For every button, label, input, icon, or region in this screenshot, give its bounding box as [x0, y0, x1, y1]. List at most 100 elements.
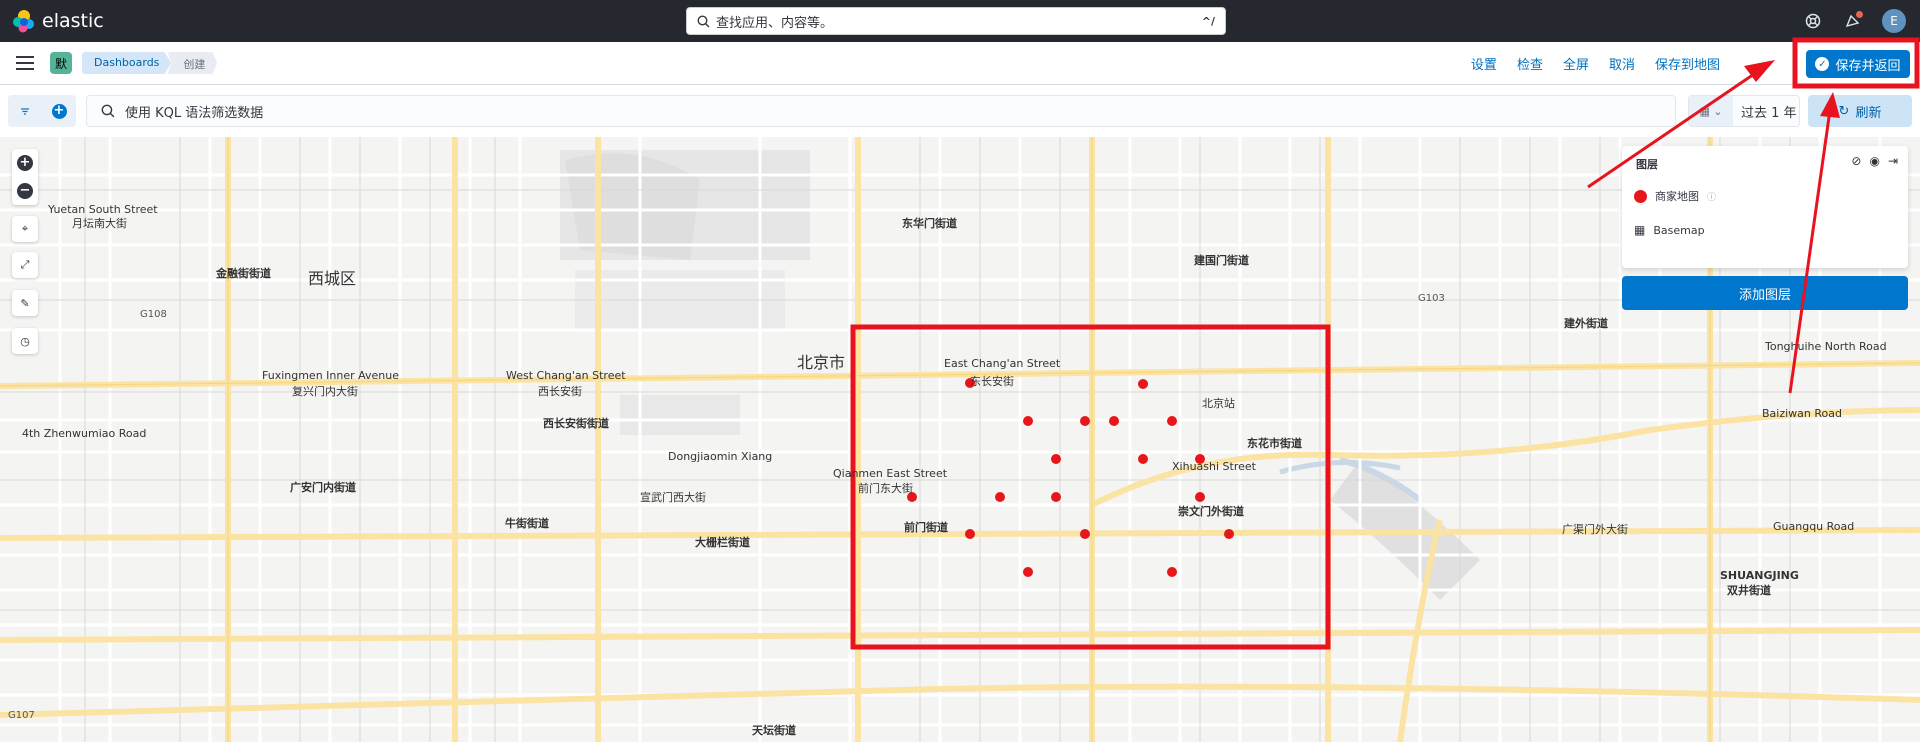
map-label: 崇文门外街道 — [1178, 505, 1244, 518]
menu-toggle-button[interactable] — [16, 56, 34, 70]
merchant-marker[interactable] — [1023, 416, 1033, 426]
map-label: 建国门街道 — [1194, 254, 1249, 267]
layers-title: 图层 — [1636, 158, 1658, 171]
map-label: 广渠门外大街 — [1562, 523, 1628, 536]
layer-color-swatch — [1634, 189, 1647, 203]
map-label: Tonghuihe North Road — [1765, 340, 1887, 353]
map-label: 西长安街街道 — [543, 417, 609, 430]
eye-icon[interactable]: ◉ — [1869, 154, 1879, 168]
map-label: Fuxingmen Inner Avenue — [262, 369, 400, 382]
set-view-button[interactable]: ⌖ — [12, 216, 38, 242]
map-label: 东长安街 — [970, 375, 1014, 388]
merchant-marker[interactable] — [1224, 529, 1234, 539]
search-icon — [697, 14, 710, 27]
merchant-marker[interactable] — [1138, 379, 1148, 389]
map-label: 大栅栏街道 — [695, 536, 750, 549]
fullscreen-link[interactable]: 全屏 — [1553, 54, 1599, 73]
filter-controls: + — [8, 95, 76, 127]
global-search-input[interactable]: 查找应用、内容等。 ^/ — [686, 7, 1226, 35]
map-label: 东华门街道 — [902, 217, 957, 230]
app-header: 默 Dashboards 创建 设置 检查 全屏 取消 保存到地图 — [0, 42, 1920, 85]
zoom-controls: + − — [12, 149, 38, 205]
map-label: 北京市 — [797, 353, 846, 372]
map-label: Guangqu Road — [1773, 520, 1855, 533]
save-and-return-button[interactable]: ✓ 保存并返回 — [1806, 50, 1910, 78]
breadcrumb-create: 创建 — [167, 52, 218, 74]
info-icon: ⓘ — [1707, 192, 1717, 203]
save-and-return-label: 保存并返回 — [1835, 58, 1901, 74]
elastic-logo[interactable]: elastic — [12, 9, 104, 33]
merchant-marker[interactable] — [1051, 454, 1061, 464]
search-placeholder: 查找应用、内容等。 — [716, 15, 834, 31]
add-filter-button[interactable]: + — [42, 95, 76, 127]
add-layer-button[interactable]: 添加图层 — [1622, 276, 1908, 310]
refresh-icon: ↻ — [1838, 103, 1850, 119]
map-label: 4th Zhenwumiao Road — [22, 427, 147, 440]
expand-icon: ⤢ — [20, 258, 30, 271]
keyboard-shortcut: ^/ — [1201, 14, 1215, 28]
map-label: G107 — [8, 710, 35, 721]
help-icon[interactable] — [1802, 10, 1824, 32]
zoom-out-button[interactable]: − — [17, 183, 33, 199]
brand-name: elastic — [42, 10, 104, 32]
refresh-button[interactable]: ↻ 刷新 — [1808, 95, 1912, 127]
layer-item-merchants[interactable]: 商家地图 ⓘ — [1634, 188, 1716, 204]
map-label: 北京站 — [1202, 397, 1235, 410]
calendar-icon[interactable]: ▦ ⌄ — [1689, 96, 1733, 126]
cancel-link[interactable]: 取消 — [1599, 54, 1645, 73]
settings-link[interactable]: 设置 — [1461, 54, 1507, 73]
merchant-marker[interactable] — [1138, 454, 1148, 464]
merchant-marker[interactable] — [1167, 416, 1177, 426]
merchant-marker[interactable] — [1080, 529, 1090, 539]
map-label: SHUANGJING — [1720, 569, 1799, 582]
date-picker[interactable]: ▦ ⌄ 过去 1 年 — [1688, 95, 1800, 127]
merchant-marker[interactable] — [1051, 492, 1061, 502]
merchant-marker[interactable] — [1195, 492, 1205, 502]
fit-bounds-button[interactable]: ⤢ — [12, 252, 38, 278]
inspect-link[interactable]: 检查 — [1507, 54, 1553, 73]
notification-badge — [1856, 11, 1863, 18]
collapse-icon[interactable]: ⇥ — [1888, 154, 1898, 168]
wrench-icon: ✎ — [20, 296, 30, 310]
map-label: Xihuashi Street — [1172, 460, 1256, 473]
search-icon — [101, 104, 115, 118]
space-avatar[interactable]: 默 — [50, 52, 72, 74]
merchant-marker[interactable] — [995, 492, 1005, 502]
newsfeed-icon[interactable] — [1842, 10, 1864, 32]
merchant-marker[interactable] — [1167, 567, 1177, 577]
merchant-marker[interactable] — [1023, 567, 1033, 577]
top-header: elastic 查找应用、内容等。 ^/ E — [0, 0, 1920, 42]
merchant-marker[interactable] — [1080, 416, 1090, 426]
merchant-marker[interactable] — [1109, 416, 1119, 426]
layer-name: 商家地图 — [1655, 190, 1699, 203]
map-label: 建外街道 — [1564, 317, 1608, 330]
draw-tool-button[interactable]: ✎ — [12, 290, 38, 316]
save-to-map-link[interactable]: 保存到地图 — [1645, 54, 1730, 73]
map-label: 西城区 — [308, 269, 357, 288]
time-range-label: 过去 1 年 — [1741, 105, 1797, 121]
zoom-in-button[interactable]: + — [17, 155, 33, 171]
clock-icon: ◷ — [20, 334, 30, 348]
layer-item-basemap[interactable]: ▦ Basemap — [1634, 223, 1705, 237]
elastic-logo-icon — [13, 10, 34, 33]
map-label: 复兴门内大街 — [292, 385, 358, 398]
plus-circle-icon: + — [51, 103, 67, 119]
check-icon: ✓ — [1815, 57, 1830, 71]
kql-search-input[interactable]: 使用 KQL 语法筛选数据 — [86, 95, 1676, 127]
merchant-marker[interactable] — [965, 529, 975, 539]
map-label: 天坛街道 — [752, 724, 796, 737]
map-label: 牛街街道 — [505, 517, 549, 530]
breadcrumb: Dashboards 创建 — [82, 52, 218, 74]
top-nav-menu: 设置 检查 全屏 取消 保存到地图 — [1461, 54, 1730, 73]
grid-icon: ▦ — [1634, 223, 1646, 237]
map-label: Qianmen East Street — [833, 467, 948, 480]
eye-closed-icon[interactable]: ⊘ — [1851, 154, 1861, 168]
map-label: 宣武门西大街 — [640, 491, 706, 504]
breadcrumb-dashboards[interactable]: Dashboards — [82, 52, 172, 74]
timeslider-button[interactable]: ◷ — [12, 328, 38, 354]
map-label: Baiziwan Road — [1762, 407, 1842, 420]
kql-placeholder: 使用 KQL 语法筛选数据 — [125, 105, 264, 121]
filter-menu-button[interactable] — [8, 95, 42, 127]
map-label: 月坛南大街 — [72, 217, 127, 230]
user-avatar[interactable]: E — [1882, 9, 1906, 33]
